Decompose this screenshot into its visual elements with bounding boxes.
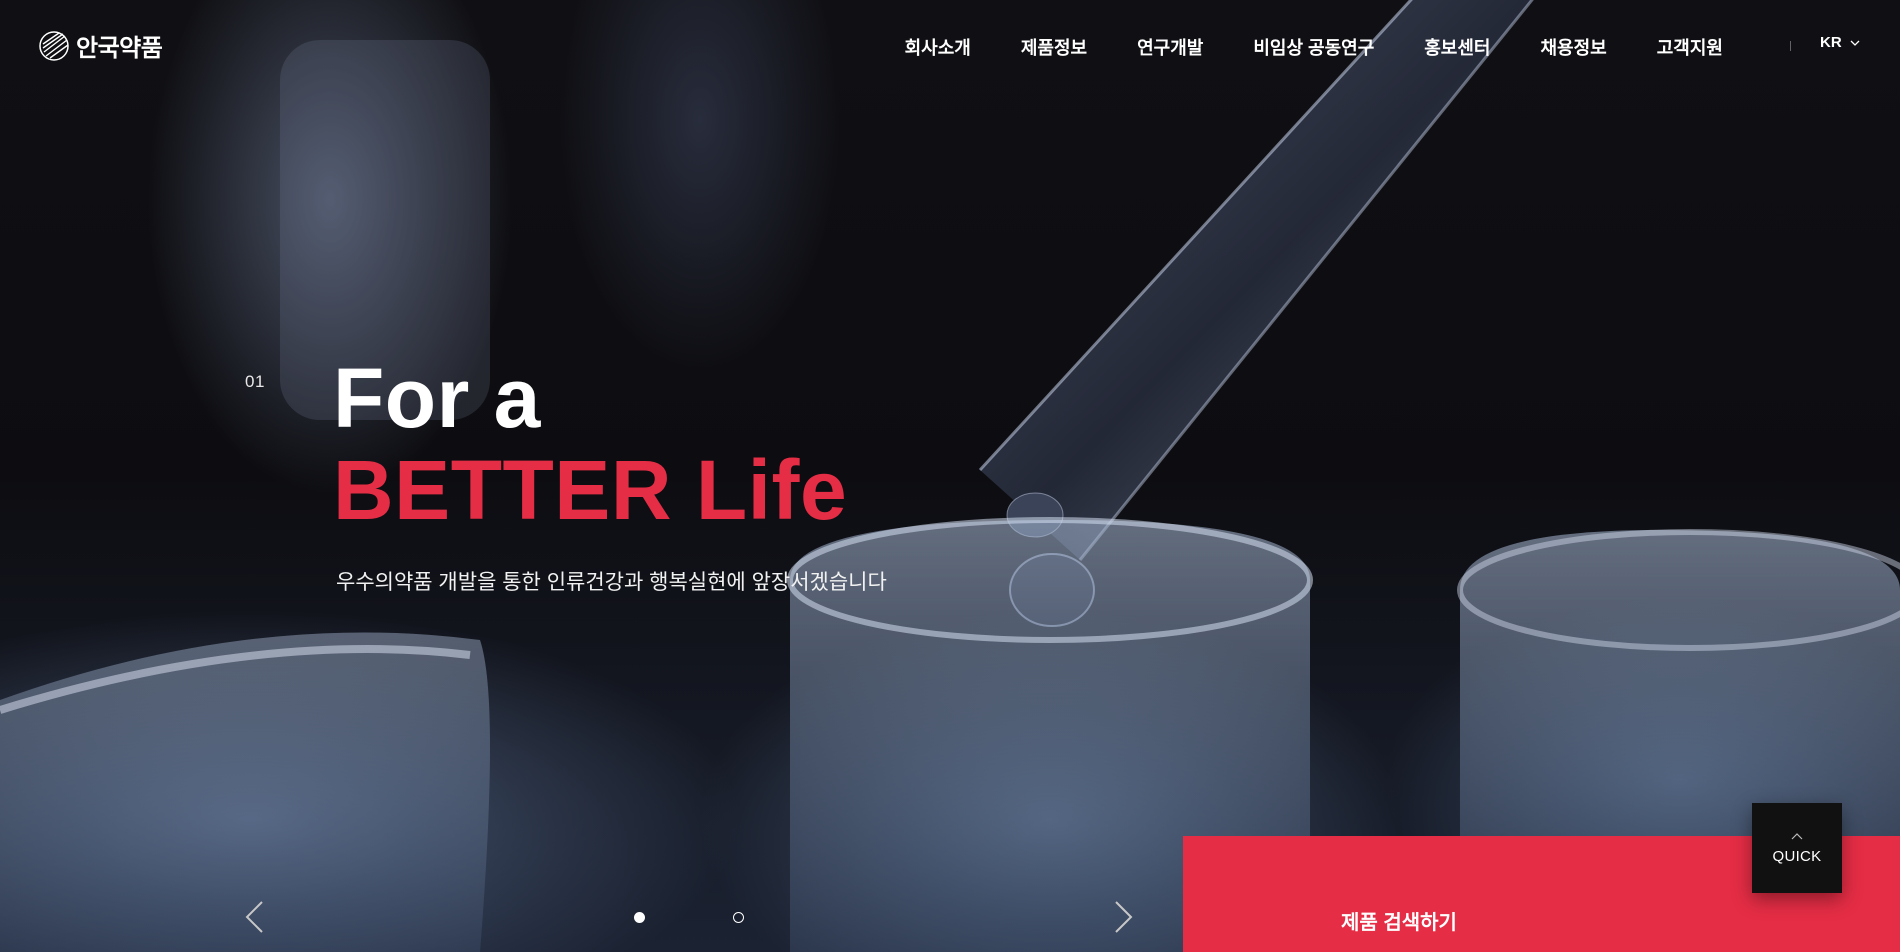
language-label: KR	[1820, 34, 1842, 51]
hero-subcopy: 우수의약품 개발을 통한 인류건강과 행복실현에 앞장서겠습니다	[336, 571, 887, 594]
main-navigation: 회사소개 제품정보 연구개발 비임상 공동연구 홍보센터 채용정보 고객지원	[880, 34, 1748, 60]
hero-headline: For a BETTER Life	[333, 356, 847, 532]
chevron-up-icon	[1791, 832, 1803, 839]
slider-dot-2[interactable]	[733, 912, 744, 923]
nav-item-careers[interactable]: 채용정보	[1516, 34, 1632, 60]
slider-dot-1[interactable]	[634, 912, 645, 923]
nav-divider	[1790, 41, 1791, 51]
beaker-shapes	[0, 40, 1900, 952]
sunburst-logo-icon	[39, 30, 69, 61]
product-search-label: 제품 검색하기	[1341, 912, 1457, 934]
slide-number: 01	[245, 372, 265, 391]
quick-button[interactable]: QUICK	[1752, 803, 1842, 893]
nav-item-rnd[interactable]: 연구개발	[1112, 34, 1228, 60]
nav-item-products[interactable]: 제품정보	[996, 34, 1112, 60]
chevron-left-icon[interactable]	[244, 900, 264, 934]
headline-line-2: BETTER Life	[333, 443, 848, 537]
nav-item-nonclinical[interactable]: 비임상 공동연구	[1228, 34, 1399, 60]
chevron-right-icon[interactable]	[1114, 900, 1134, 934]
language-selector[interactable]: KR	[1820, 34, 1860, 51]
site-header: 안국약품 회사소개 제품정보 연구개발 비임상 공동연구 홍보센터 채용정보 고…	[0, 0, 1900, 90]
logo-text: 안국약품	[76, 35, 163, 62]
quick-label: QUICK	[1772, 847, 1822, 865]
chevron-down-icon	[1850, 40, 1860, 46]
hero-lab-glassware-image	[0, 0, 1900, 952]
nav-item-pr-center[interactable]: 홍보센터	[1399, 34, 1515, 60]
headline-line-1: For a	[333, 351, 541, 445]
nav-item-support[interactable]: 고객지원	[1632, 34, 1748, 60]
logo[interactable]: 안국약품	[38, 28, 163, 63]
nav-item-company[interactable]: 회사소개	[880, 34, 996, 60]
